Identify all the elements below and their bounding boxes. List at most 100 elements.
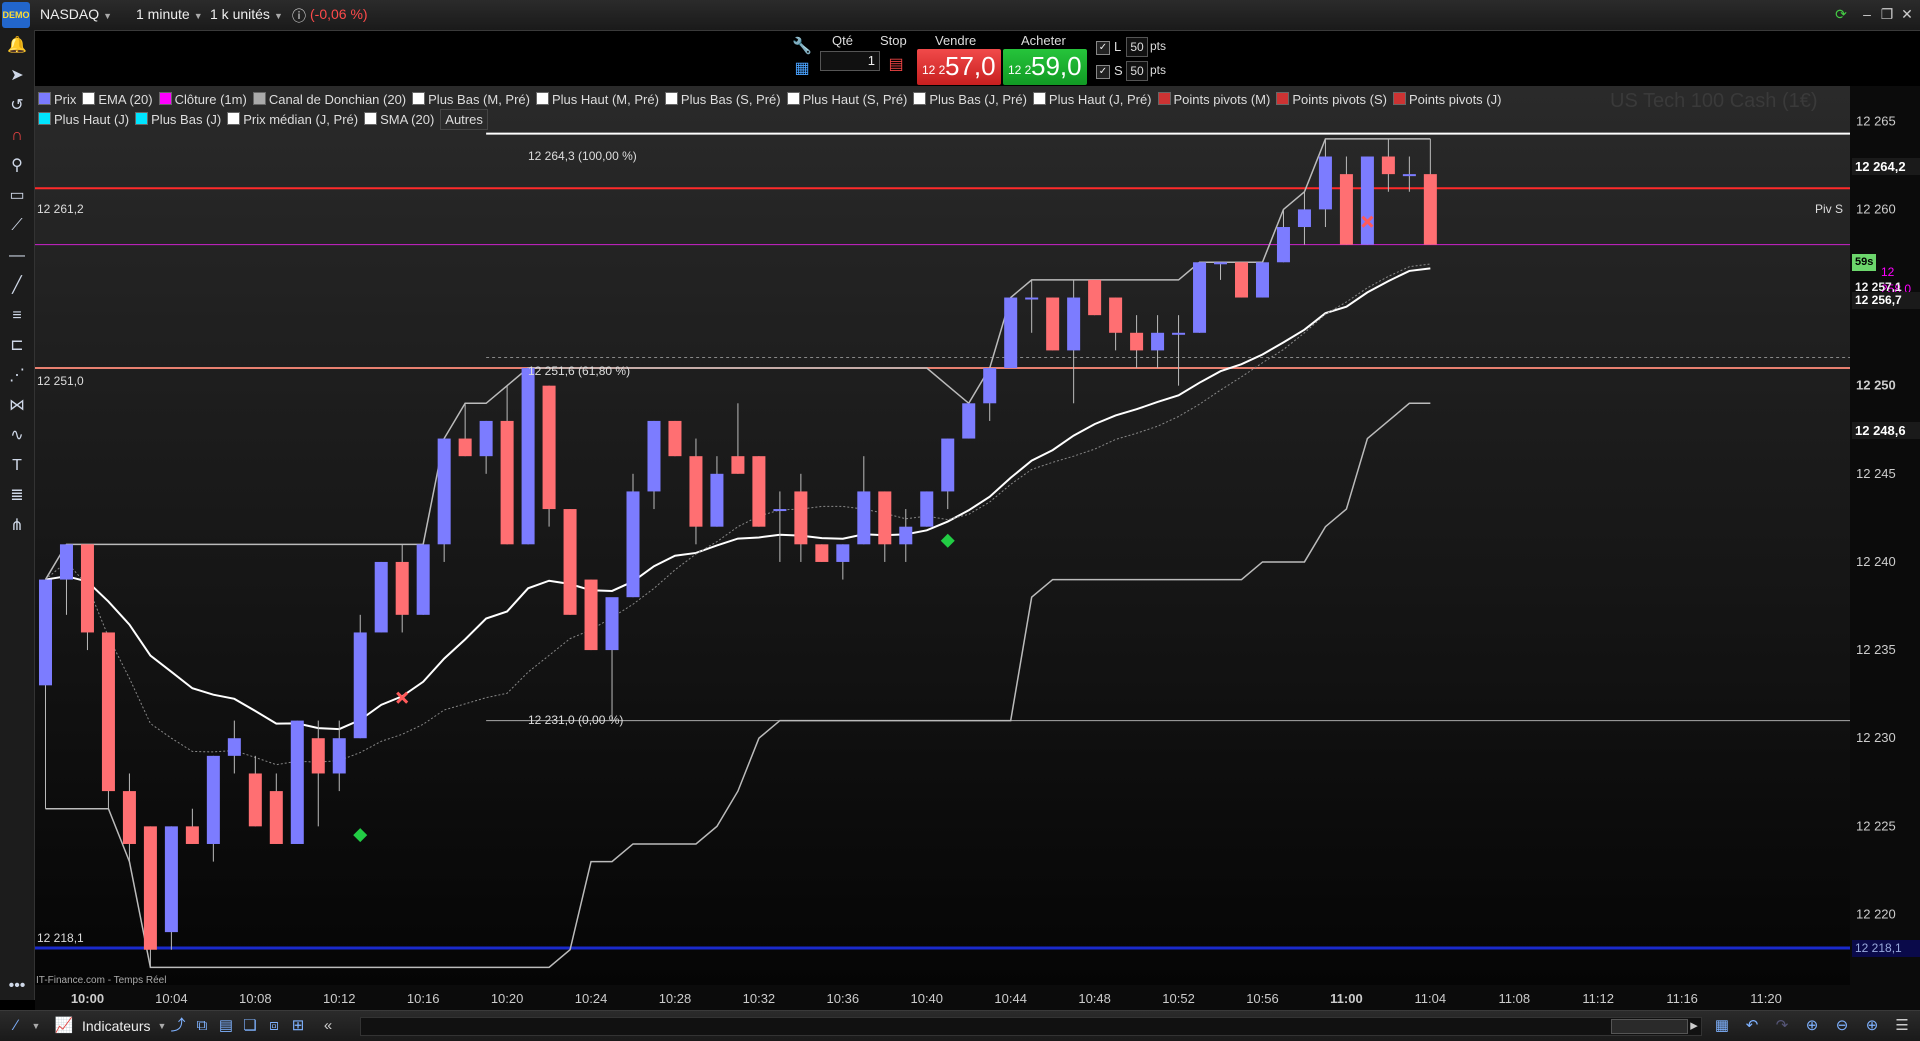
candle-body: [1255, 262, 1269, 298]
table-icon[interactable]: ▤: [216, 1016, 236, 1036]
legend-item[interactable]: SMA (20): [364, 110, 434, 129]
legend-item[interactable]: Points pivots (S): [1276, 90, 1387, 109]
candle-body: [290, 720, 304, 844]
legend-swatch: [135, 112, 149, 125]
x-tick-label: 10:44: [994, 991, 1027, 1006]
candle-body: [1339, 174, 1353, 245]
legend-label: Points pivots (M): [1173, 92, 1271, 107]
legend-label: SMA (20): [380, 112, 435, 127]
indicator-legend: Prix EMA (20) Clôture (1m) Canal de Donchia…: [38, 90, 1528, 130]
candle-body: [458, 438, 472, 457]
zoom-in-icon[interactable]: ⊕: [1862, 1016, 1882, 1036]
legend-item[interactable]: Points pivots (M): [1157, 90, 1271, 109]
timer-tag: 59s: [1852, 254, 1876, 271]
x-tick-label: 10:08: [239, 991, 272, 1006]
candle-body: [1381, 156, 1395, 175]
candle-body: [731, 456, 745, 474]
candle-body: [80, 544, 94, 633]
scroll-right-icon[interactable]: ▸: [1684, 1016, 1704, 1036]
zoom-out-icon[interactable]: ⊖: [1832, 1016, 1852, 1036]
candle-body: [269, 791, 283, 844]
candle-body: [311, 738, 325, 774]
candle-body: [353, 632, 367, 739]
candle-body: [227, 738, 241, 756]
x-tick-label: 10:04: [155, 991, 188, 1006]
candle-body: [563, 509, 577, 615]
zoom-fit-icon[interactable]: ⊕: [1802, 1016, 1822, 1036]
legend-swatch: [536, 92, 549, 105]
legend-label: Plus Bas (M, Pré): [428, 92, 530, 107]
legend-label: Clôture (1m): [174, 92, 247, 107]
legend-item[interactable]: Prix: [38, 90, 76, 109]
chart-type-icon[interactable]: ∕: [6, 1016, 26, 1036]
legend-label: Canal de Donchian (20): [268, 92, 407, 107]
legend-swatch: [158, 92, 172, 105]
window-icon[interactable]: ❏: [240, 1016, 260, 1036]
redo-icon[interactable]: ↷: [1772, 1016, 1792, 1036]
candle-body: [752, 456, 766, 527]
candle-body: [668, 420, 682, 457]
candle-body: [416, 544, 430, 615]
fib-100-label: 12 264,3 (100,00 %): [528, 149, 637, 163]
y-tick-label: 12 220: [1856, 906, 1896, 921]
x-tick-label: 10:36: [827, 991, 860, 1006]
legend-item[interactable]: EMA (20): [82, 90, 153, 109]
legend-label: Prix médian (J, Pré): [243, 112, 359, 127]
legend-item[interactable]: Plus Bas (S, Pré): [664, 90, 781, 109]
legend-swatch: [664, 92, 678, 105]
calendar-icon[interactable]: ▦: [1712, 1016, 1732, 1036]
price-tag-mid2: 12 256,7: [1852, 292, 1920, 309]
candle-body: [1360, 156, 1374, 245]
candle-body: [1193, 262, 1207, 333]
price-tag-high: 12 264,2: [1852, 158, 1920, 175]
grid-icon[interactable]: ⊞: [288, 1016, 308, 1036]
legend-item[interactable]: Plus Bas (J): [135, 110, 221, 129]
plot-background: [35, 86, 1850, 985]
red-level-label: 12 261,2: [37, 202, 84, 216]
scroll-thumb[interactable]: [1611, 1019, 1688, 1034]
horizontal-scrollbar[interactable]: [360, 1017, 1702, 1036]
indicators-button[interactable]: Indicateurs: [82, 1018, 150, 1034]
candle-body: [1151, 332, 1165, 351]
candle-body: [836, 544, 850, 562]
legend-item[interactable]: Plus Haut (J): [38, 110, 129, 129]
candle-body: [59, 544, 73, 580]
candle-body: [878, 491, 892, 545]
x-tick-label: 10:48: [1078, 991, 1111, 1006]
legend-swatch: [913, 92, 927, 105]
candle-body: [1130, 332, 1144, 351]
share-icon[interactable]: ⤴: [168, 1016, 188, 1036]
candle-body: [1046, 297, 1060, 351]
legend-item[interactable]: Canal de Donchian (20): [252, 90, 407, 109]
candle-body: [542, 385, 556, 510]
candle-body: [773, 509, 787, 512]
x-tick-label: 11:04: [1415, 991, 1447, 1006]
legend-item[interactable]: Clôture (1m): [158, 90, 247, 109]
price-chart[interactable]: 12 220 12 225 12 230 12 235 12 240 12 245 12 2…: [0, 0, 1920, 1040]
menu-icon[interactable]: ☰: [1892, 1016, 1912, 1036]
scroll-left-far-icon[interactable]: «: [318, 1016, 338, 1036]
legend-item[interactable]: Plus Haut (S, Pré): [786, 90, 907, 109]
legend-swatch: [1032, 92, 1046, 105]
x-tick-label: 10:24: [575, 991, 608, 1006]
x-tick-label: 11:12: [1582, 991, 1614, 1006]
candle-body: [1004, 297, 1018, 369]
indicators-icon[interactable]: 📈: [54, 1016, 74, 1036]
legend-item[interactable]: Prix médian (J, Pré): [227, 110, 358, 129]
candle-body: [689, 456, 703, 527]
chevron-down-icon[interactable]: ▼: [26, 1016, 46, 1036]
candle-body: [500, 420, 514, 545]
x-tick-label: 11:08: [1498, 991, 1530, 1006]
legend-item[interactable]: Plus Haut (M, Pré): [536, 90, 659, 109]
split-icon[interactable]: ⧈: [264, 1016, 284, 1036]
copy-icon[interactable]: ⧉: [192, 1016, 212, 1036]
legend-item[interactable]: Plus Haut (J, Pré): [1032, 90, 1152, 109]
legend-item[interactable]: Plus Bas (M, Pré): [412, 90, 530, 109]
legend-more-button[interactable]: Autres: [440, 109, 488, 130]
legend-item[interactable]: Points pivots (J): [1392, 90, 1501, 109]
legend-item[interactable]: Plus Bas (J, Pré): [913, 90, 1027, 109]
fib-0-label: 12 231,0 (0,00 %): [528, 713, 623, 727]
candle-body: [1423, 174, 1437, 245]
undo-icon[interactable]: ↶: [1742, 1016, 1762, 1036]
x-axis-panel: [35, 985, 1920, 1010]
